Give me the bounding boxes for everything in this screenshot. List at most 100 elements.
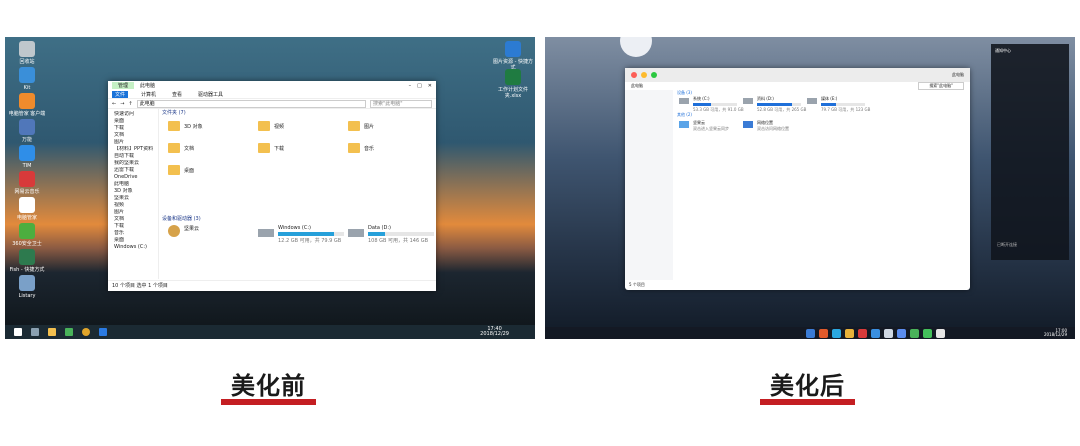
drive-item[interactable]: 系统 (C:) 53.3 GB 可用，共 91.0 GB bbox=[679, 96, 744, 113]
desktop-icon-label: 万能 bbox=[21, 137, 32, 143]
drive-item[interactable]: 资料 (D:) 52.8 GB 可用，共 265 GB bbox=[743, 96, 806, 113]
desktop-icon[interactable]: 工作计划文件夹.xlsx bbox=[493, 69, 533, 99]
app-icon bbox=[19, 171, 35, 187]
folder-item[interactable]: 视频 bbox=[258, 121, 284, 131]
dock-app-icon[interactable] bbox=[870, 328, 880, 338]
dock-app-icon[interactable] bbox=[909, 328, 919, 338]
file-explorer-window-themed[interactable]: 此电脑 此电脑 搜索"此电脑" 设备 (3) 系统 (C:) 53.3 GB 可用… bbox=[625, 68, 970, 290]
search-input[interactable]: 搜索"此电脑" bbox=[918, 82, 964, 90]
dock-app-icon[interactable] bbox=[818, 328, 828, 338]
nav-item[interactable]: 自动下载 bbox=[108, 153, 158, 160]
nav-item[interactable]: 视频 bbox=[108, 202, 158, 209]
manage-tab[interactable]: 管理 bbox=[112, 82, 135, 89]
nav-item[interactable]: 文档 bbox=[108, 132, 158, 139]
start-icon[interactable] bbox=[14, 328, 22, 336]
wechat-icon[interactable] bbox=[65, 328, 73, 336]
nav-item[interactable]: 桌面 bbox=[108, 118, 158, 125]
folder-item[interactable]: 桌面 bbox=[168, 165, 194, 175]
desktop-icon[interactable]: Listary bbox=[7, 275, 47, 299]
hard-drive-icon bbox=[807, 98, 817, 104]
folder-item[interactable]: 音乐 bbox=[348, 143, 374, 153]
desktop-icon[interactable]: 图片资源 - 快捷方式 bbox=[493, 41, 533, 71]
desktop-icon[interactable]: Fish - 快捷方式 bbox=[7, 249, 47, 273]
notification-title: 通知中心 bbox=[995, 48, 1011, 53]
nav-item[interactable]: 此电脑 bbox=[108, 181, 158, 188]
app-icon bbox=[505, 41, 521, 57]
tab-file[interactable]: 文件 bbox=[112, 90, 129, 98]
dock-app-icon[interactable] bbox=[896, 328, 906, 338]
drive-name: 系统 (C:) bbox=[693, 96, 710, 101]
nav-item[interactable]: Windows (C:) bbox=[108, 244, 158, 251]
nav-item[interactable]: 下载 bbox=[108, 125, 158, 132]
forward-icon[interactable]: → bbox=[120, 101, 124, 107]
nav-item[interactable]: 迅雷下载 bbox=[108, 167, 158, 174]
dock-app-icon[interactable] bbox=[857, 328, 867, 338]
desktop-icon[interactable]: 万能 bbox=[7, 119, 47, 143]
dock-app-icon[interactable] bbox=[922, 328, 932, 338]
back-icon[interactable]: ← bbox=[112, 101, 116, 107]
nutstore-icon bbox=[168, 225, 180, 237]
nav-item[interactable]: 我的坚果云 bbox=[108, 160, 158, 167]
nav-item[interactable]: 桌面 bbox=[108, 237, 158, 244]
folder-item[interactable]: 下载 bbox=[258, 143, 284, 153]
address-bar[interactable]: 此电脑 bbox=[631, 83, 643, 89]
drive-free: 12.2 GB 可用，共 79.9 GB bbox=[278, 238, 342, 244]
nav-item[interactable]: 音乐 bbox=[108, 230, 158, 237]
maximize-dot-icon[interactable] bbox=[651, 72, 657, 78]
explorer-icon[interactable] bbox=[48, 328, 56, 336]
drive-item[interactable]: 坚果云 bbox=[168, 225, 199, 237]
drive-item[interactable]: Data (D:) 108 GB 可用，共 146 GB bbox=[348, 225, 434, 244]
desktop-icon[interactable]: 回收站 bbox=[7, 41, 47, 65]
desktop-icon[interactable]: TIM bbox=[7, 145, 47, 169]
dock-app-icon[interactable] bbox=[935, 328, 945, 338]
tab-drive-tools[interactable]: 驱动器工具 bbox=[195, 91, 226, 98]
clock-date: 2018/12/29 bbox=[1043, 332, 1067, 337]
desktop-icon[interactable]: 电脑管家 客户端 bbox=[7, 93, 47, 117]
nav-item[interactable]: 图片 bbox=[108, 209, 158, 216]
up-icon[interactable]: ↑ bbox=[128, 101, 132, 107]
desktop-icon[interactable]: 360安全卫士 bbox=[7, 223, 47, 247]
dock-app-icon[interactable] bbox=[844, 328, 854, 338]
dock-app-icon[interactable] bbox=[805, 328, 815, 338]
maximize-icon[interactable]: □ bbox=[417, 83, 422, 89]
clock[interactable]: 17:40 2018/12/29 bbox=[480, 327, 509, 337]
drive-usage-bar bbox=[693, 103, 737, 106]
edge-icon[interactable] bbox=[99, 328, 107, 336]
clock[interactable]: 17:00 2018/12/29 bbox=[1044, 329, 1067, 337]
folder-item[interactable]: 图片 bbox=[348, 121, 374, 131]
drive-item[interactable]: Windows (C:) 12.2 GB 可用，共 79.9 GB bbox=[258, 225, 344, 244]
navigation-pane: 快速访问 桌面 下载 文档 图片 【材料】PPT资料 自动下载 我的坚果云 迅雷下载 OneDri… bbox=[108, 109, 159, 279]
close-dot-icon[interactable] bbox=[631, 72, 637, 78]
address-bar[interactable]: 此电脑 bbox=[136, 99, 366, 108]
nav-item[interactable]: 文档 bbox=[108, 216, 158, 223]
desktop-icon[interactable]: Kit bbox=[7, 67, 47, 91]
dock-app-icon[interactable] bbox=[831, 328, 841, 338]
nav-item[interactable]: 坚果云 bbox=[108, 195, 158, 202]
tab-computer[interactable]: 计算机 bbox=[138, 91, 159, 98]
folder-icon bbox=[258, 143, 270, 153]
tab-view[interactable]: 查看 bbox=[169, 91, 185, 98]
desktop-icon-label: Kit bbox=[23, 85, 31, 91]
chrome-icon[interactable] bbox=[82, 328, 90, 336]
task-view-icon[interactable] bbox=[31, 328, 39, 336]
nav-item[interactable]: 快速访问 bbox=[108, 111, 158, 118]
desktop-icon[interactable]: 网易云音乐 bbox=[7, 171, 47, 195]
minimize-dot-icon[interactable] bbox=[641, 72, 647, 78]
desktop-icon[interactable]: 电脑管家 bbox=[7, 197, 47, 221]
close-icon[interactable]: ✕ bbox=[428, 83, 432, 89]
location-item[interactable]: 网络位置 双击访问网络位置 bbox=[743, 120, 789, 132]
minimize-icon[interactable]: – bbox=[409, 83, 412, 89]
folder-item[interactable]: 文档 bbox=[168, 143, 194, 153]
nav-item[interactable]: OneDrive bbox=[108, 174, 158, 181]
nav-item[interactable]: 3D 对象 bbox=[108, 188, 158, 195]
nav-item[interactable]: 图片 bbox=[108, 139, 158, 146]
folder-item[interactable]: 3D 对象 bbox=[168, 121, 203, 131]
drive-item[interactable]: 媒体 (E:) 79.7 GB 可用，共 123 GB bbox=[807, 96, 870, 113]
dock-app-icon[interactable] bbox=[883, 328, 893, 338]
nav-item[interactable]: 下载 bbox=[108, 223, 158, 230]
location-item[interactable]: 坚果云 双击进入坚果云同步 bbox=[679, 120, 729, 132]
nav-item[interactable]: 【材料】PPT资料 bbox=[108, 146, 158, 153]
file-explorer-window[interactable]: 管理 此电脑 – □ ✕ 文件 计算机 查看 驱动器工具 ← → ↑ 此电脑 搜… bbox=[108, 81, 436, 291]
devices-header: 设备和驱动器 (3) bbox=[162, 216, 201, 222]
search-input[interactable]: 搜索"此电脑" bbox=[370, 99, 432, 108]
